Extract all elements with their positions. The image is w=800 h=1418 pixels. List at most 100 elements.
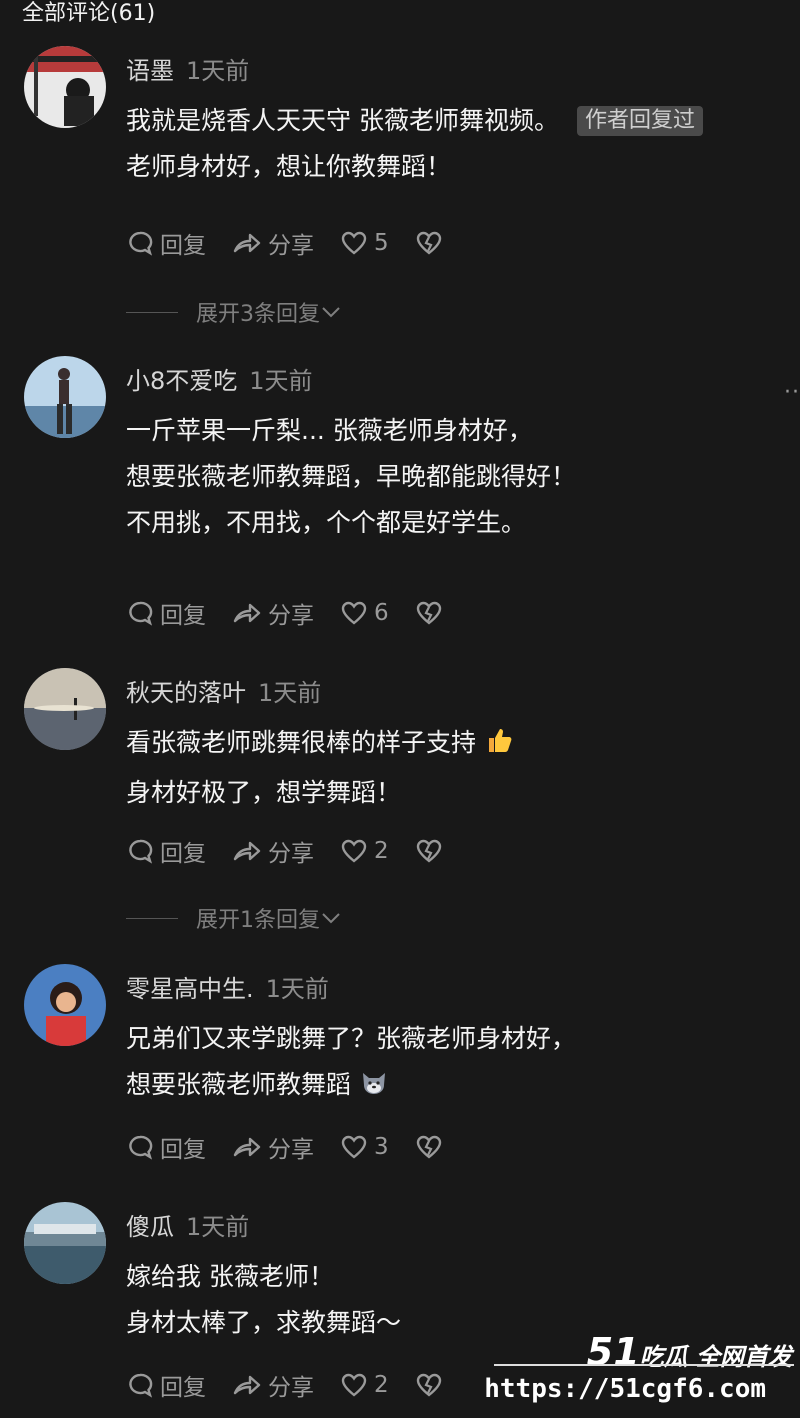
- comment-meta: 语墨 1天前: [126, 56, 249, 86]
- dog-emoji: [359, 1066, 389, 1112]
- heart-icon: [341, 1373, 367, 1397]
- reply-label: 回复: [160, 233, 206, 259]
- divider: [126, 311, 178, 313]
- reply-button[interactable]: 回复: [126, 596, 206, 630]
- reply-label: 回复: [160, 841, 206, 867]
- author-replied-badge: 作者回复过: [576, 106, 703, 136]
- username[interactable]: 小8不爱吃: [126, 367, 237, 395]
- site-watermark: 51吃瓜 全网首发 https://51cgf6.com: [484, 1330, 794, 1410]
- share-label: 分享: [268, 1375, 314, 1401]
- share-arrow-icon: [233, 841, 261, 861]
- comment-bubble-icon: [129, 1373, 153, 1398]
- share-button[interactable]: 分享: [232, 1130, 314, 1164]
- comment-text: 看张薇老师跳舞很棒的样子支持 身材好极了，想学舞蹈！: [126, 720, 514, 816]
- comment-bubble-icon: [129, 601, 153, 626]
- comment-line: 身材太棒了，求教舞蹈～: [126, 1308, 402, 1337]
- comment-actions: 回复 分享 2: [126, 834, 475, 868]
- comment-text: 一斤苹果一斤梨... 张薇老师身材好， 想要张薇老师教舞蹈，早晚都能跳得好！ 不…: [126, 408, 576, 546]
- comment-line: 兄弟们又来学跳舞了？张薇老师身材好，: [126, 1024, 577, 1053]
- reply-button[interactable]: 回复: [126, 1130, 206, 1164]
- reply-button[interactable]: 回复: [126, 834, 206, 868]
- heart-icon: [341, 231, 367, 255]
- timestamp: 1天前: [265, 975, 329, 1003]
- reply-label: 回复: [160, 603, 206, 629]
- avatar[interactable]: [24, 46, 106, 128]
- dislike-button[interactable]: [415, 229, 449, 257]
- like-button[interactable]: 2: [340, 837, 389, 865]
- expand-replies-label: 展开3条回复: [196, 302, 320, 327]
- share-arrow-icon: [233, 1137, 261, 1157]
- comment-actions: 回复 分享 3: [126, 1130, 475, 1164]
- comment-text: 兄弟们又来学跳舞了？张薇老师身材好， 想要张薇老师教舞蹈: [126, 1016, 576, 1112]
- comment-meta: 傻瓜 1天前: [126, 1212, 249, 1242]
- heart-icon: [341, 601, 367, 625]
- dislike-button[interactable]: [415, 837, 449, 865]
- username[interactable]: 零星高中生.: [126, 975, 254, 1003]
- avatar[interactable]: [24, 964, 106, 1046]
- comment-meta: 小8不爱吃 1天前: [126, 366, 313, 396]
- comment-line: 我就是烧香人天天守 张薇老师舞视频。 作者回复过: [126, 98, 703, 144]
- reply-label: 回复: [160, 1375, 206, 1401]
- reply-button[interactable]: 回复: [126, 226, 206, 260]
- share-arrow-icon: [233, 1375, 261, 1395]
- share-button[interactable]: 分享: [232, 596, 314, 630]
- comment-line: 想要张薇老师教舞蹈，早晚都能跳得好！: [126, 462, 577, 491]
- heart-icon: [341, 839, 367, 863]
- like-button[interactable]: 3: [340, 1133, 389, 1161]
- expand-replies-button[interactable]: 展开3条回复: [126, 296, 342, 328]
- expand-replies-button[interactable]: 展开1条回复: [126, 902, 342, 934]
- like-count: 5: [374, 230, 389, 256]
- like-count: 3: [374, 1134, 389, 1160]
- like-button[interactable]: 6: [340, 599, 389, 627]
- comment-bubble-icon: [129, 1135, 153, 1160]
- comment-text: 嫁给我 张薇老师！ 身材太棒了，求教舞蹈～: [126, 1254, 401, 1346]
- broken-heart-icon: [416, 1135, 441, 1159]
- dislike-button[interactable]: [415, 599, 449, 627]
- reply-label: 回复: [160, 1137, 206, 1163]
- chevron-down-icon: [322, 913, 340, 924]
- comment-text: 我就是烧香人天天守 张薇老师舞视频。 作者回复过 老师身材好，想让你教舞蹈！: [126, 98, 703, 190]
- comments-header: 全部评论(61): [22, 1, 156, 26]
- like-count: 2: [374, 838, 389, 864]
- username[interactable]: 傻瓜: [126, 1213, 174, 1241]
- comment-line: 一斤苹果一斤梨... 张薇老师身材好，: [126, 416, 533, 445]
- comment-line: 不用挑，不用找，个个都是好学生。: [126, 508, 527, 537]
- like-button[interactable]: 5: [340, 229, 389, 257]
- comment-line: 身材好极了，想学舞蹈！: [126, 778, 402, 807]
- avatar[interactable]: [24, 668, 106, 750]
- share-arrow-icon: [233, 603, 261, 623]
- like-button[interactable]: 2: [340, 1371, 389, 1399]
- dislike-button[interactable]: [415, 1133, 449, 1161]
- avatar[interactable]: [24, 356, 106, 438]
- reply-button[interactable]: 回复: [126, 1368, 206, 1402]
- timestamp: 1天前: [258, 679, 322, 707]
- share-button[interactable]: 分享: [232, 226, 314, 260]
- share-arrow-icon: [233, 233, 261, 253]
- broken-heart-icon: [416, 601, 441, 625]
- username[interactable]: 秋天的落叶: [126, 679, 246, 707]
- thumbs-up-emoji: [484, 724, 514, 770]
- comment-meta: 零星高中生. 1天前: [126, 974, 329, 1004]
- share-button[interactable]: 分享: [232, 834, 314, 868]
- more-icon[interactable]: ··: [784, 380, 800, 405]
- broken-heart-icon: [416, 231, 441, 255]
- comment-bubble-icon: [129, 839, 153, 864]
- share-label: 分享: [268, 603, 314, 629]
- comment-bubble-icon: [129, 231, 153, 256]
- timestamp: 1天前: [186, 1213, 250, 1241]
- like-count: 2: [374, 1372, 389, 1398]
- like-count: 6: [374, 600, 389, 626]
- watermark-brand: 51吃瓜 全网首发: [586, 1330, 792, 1374]
- comment-actions: 回复 分享 6: [126, 596, 475, 630]
- username[interactable]: 语墨: [126, 57, 174, 85]
- chevron-down-icon: [322, 307, 340, 318]
- share-button[interactable]: 分享: [232, 1368, 314, 1402]
- avatar[interactable]: [24, 1202, 106, 1284]
- dislike-button[interactable]: [415, 1371, 449, 1399]
- timestamp: 1天前: [186, 57, 250, 85]
- share-label: 分享: [268, 233, 314, 259]
- expand-replies-label: 展开1条回复: [196, 908, 320, 933]
- comment-line: 想要张薇老师教舞蹈: [126, 1062, 576, 1112]
- timestamp: 1天前: [249, 367, 313, 395]
- broken-heart-icon: [416, 1373, 441, 1397]
